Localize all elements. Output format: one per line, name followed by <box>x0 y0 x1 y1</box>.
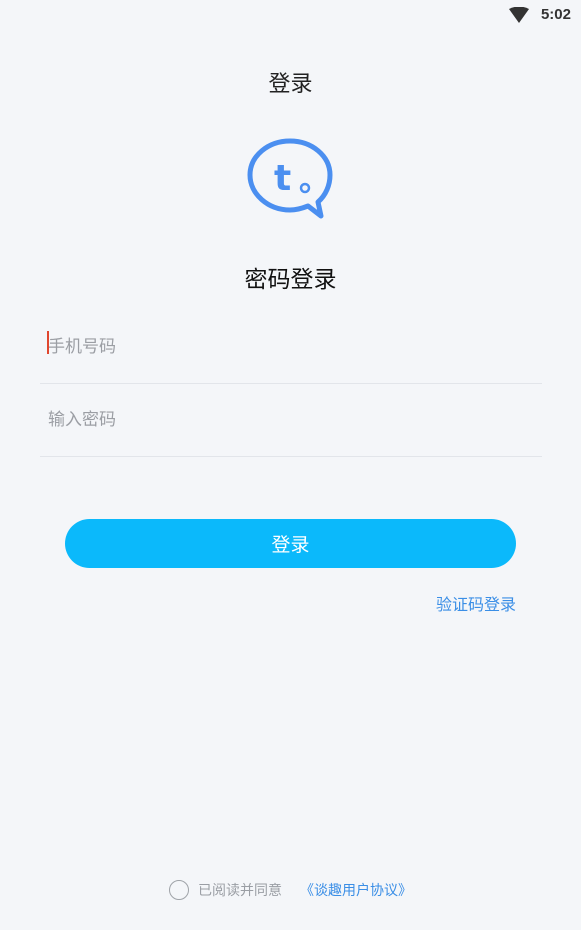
app-logo-icon: t <box>247 138 333 219</box>
page-title: 登录 <box>268 72 313 97</box>
agreement-row: 已阅读并同意 《谈趣用户协议》 <box>0 876 581 904</box>
password-field <box>40 383 542 457</box>
user-agreement-link[interactable]: 《谈趣用户协议》 <box>300 880 412 900</box>
form-heading: 密码登录 <box>244 267 337 293</box>
agree-text: 已阅读并同意 <box>198 883 282 899</box>
login-button[interactable]: 登录 <box>65 519 516 568</box>
password-input[interactable] <box>48 383 528 456</box>
sms-login-link[interactable]: 验证码登录 <box>436 591 516 615</box>
logo-letter: t <box>274 158 291 199</box>
status-bar: 5:02 <box>0 0 581 30</box>
wifi-icon <box>509 7 529 23</box>
phone-field <box>40 310 542 384</box>
text-cursor <box>47 331 49 354</box>
status-time: 5:02 <box>540 6 571 23</box>
phone-input[interactable] <box>48 310 528 383</box>
agree-checkbox[interactable] <box>169 880 189 900</box>
